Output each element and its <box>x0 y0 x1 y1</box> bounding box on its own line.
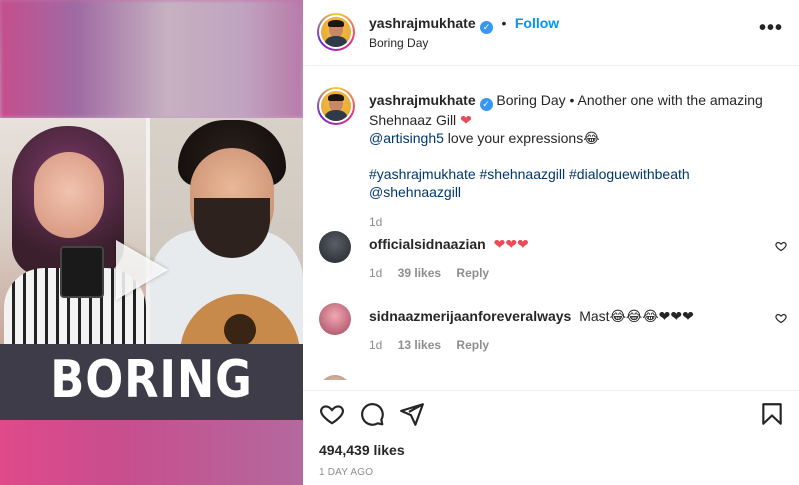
mention-link[interactable]: @artisingh5 <box>369 130 444 146</box>
hashtag-links[interactable]: #yashrajmukhate #shehnaazgill #dialoguew… <box>369 166 690 182</box>
comments-section[interactable]: yashrajmukhate ✓ Boring Day • Another on… <box>303 67 799 380</box>
paper-plane-icon[interactable] <box>399 401 425 427</box>
caption-avatar[interactable] <box>317 87 355 125</box>
more-options-icon[interactable]: ••• <box>759 18 783 38</box>
play-icon[interactable] <box>116 240 168 300</box>
video-frame-left <box>0 118 150 344</box>
mention-link[interactable]: @shehnaazgill <box>369 184 461 200</box>
comment-username[interactable]: sidnaazmerijaanforeveralways <box>369 308 571 324</box>
post-side-panel: yashrajmukhate ✓ • Follow Boring Day •••… <box>303 0 799 485</box>
bookmark-icon[interactable] <box>759 401 785 427</box>
heart-outline-icon[interactable] <box>775 240 787 252</box>
comment-item: sidnaazmerijaanforeveralways Mast😂😂😂❤❤❤ … <box>303 303 799 363</box>
comment-likes[interactable]: 39 likes <box>398 266 441 280</box>
comment-time[interactable]: 1d <box>369 338 382 352</box>
comment-time[interactable]: 1d <box>369 266 382 280</box>
avatar[interactable] <box>317 13 355 51</box>
follow-button[interactable]: Follow <box>515 15 559 31</box>
verified-icon: ✓ <box>480 21 494 34</box>
caption-timestamp[interactable]: 1d <box>369 213 779 231</box>
likes-count[interactable]: 494,439 likes <box>319 442 405 458</box>
header-username[interactable]: yashrajmukhate <box>369 15 476 31</box>
reply-button[interactable]: Reply <box>456 266 489 280</box>
header-separator: • <box>501 15 507 31</box>
post-media[interactable]: BORING DAY <box>0 0 303 485</box>
comment-icon[interactable] <box>359 401 385 427</box>
comment-item: officialsidnaazian ❤❤❤ 1d 39 likes Reply <box>303 231 799 291</box>
comment-avatar[interactable] <box>319 303 351 335</box>
comment-avatar[interactable] <box>319 231 351 263</box>
mug-image <box>60 246 104 298</box>
action-bar <box>303 390 799 436</box>
heart-emoji: ❤ <box>460 112 472 128</box>
post-header: yashrajmukhate ✓ • Follow Boring Day ••• <box>303 0 799 66</box>
comment-avatar[interactable] <box>319 375 351 380</box>
comment-likes[interactable]: 13 likes <box>398 338 441 352</box>
comment-text: Mast😂😂😂❤❤❤ <box>579 308 694 324</box>
verified-icon: ✓ <box>479 98 493 111</box>
reply-button[interactable]: Reply <box>456 338 489 352</box>
caption-username[interactable]: yashrajmukhate <box>369 92 476 108</box>
location-label[interactable]: Boring Day <box>369 36 428 50</box>
video-frame-right <box>150 118 303 344</box>
post-caption: yashrajmukhate ✓ Boring Day • Another on… <box>369 91 779 231</box>
comment-text: ❤❤❤ <box>493 236 529 252</box>
media-blur-top <box>0 0 303 118</box>
comment-username[interactable]: officialsidnaazian <box>369 236 486 252</box>
heart-outline-icon[interactable] <box>319 401 345 427</box>
caption-text-2: love your expressions😂 <box>443 130 600 146</box>
comment-item-partial <box>303 375 799 380</box>
heart-outline-icon[interactable] <box>775 312 787 324</box>
media-blur-bottom <box>0 420 303 485</box>
post-date[interactable]: 1 DAY AGO <box>319 467 373 478</box>
